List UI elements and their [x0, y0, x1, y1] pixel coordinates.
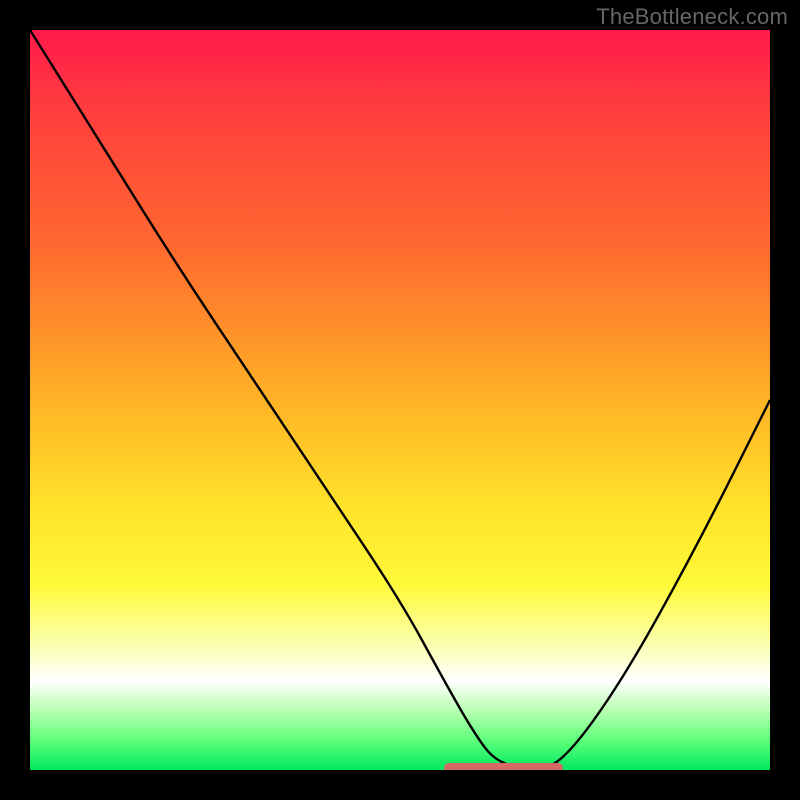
- plot-area: [30, 30, 770, 770]
- chart-frame: TheBottleneck.com: [0, 0, 800, 800]
- curve-layer: [30, 30, 770, 770]
- optimal-range-marker: [444, 763, 562, 770]
- watermark-text: TheBottleneck.com: [596, 4, 788, 30]
- bottleneck-curve-path: [30, 30, 770, 768]
